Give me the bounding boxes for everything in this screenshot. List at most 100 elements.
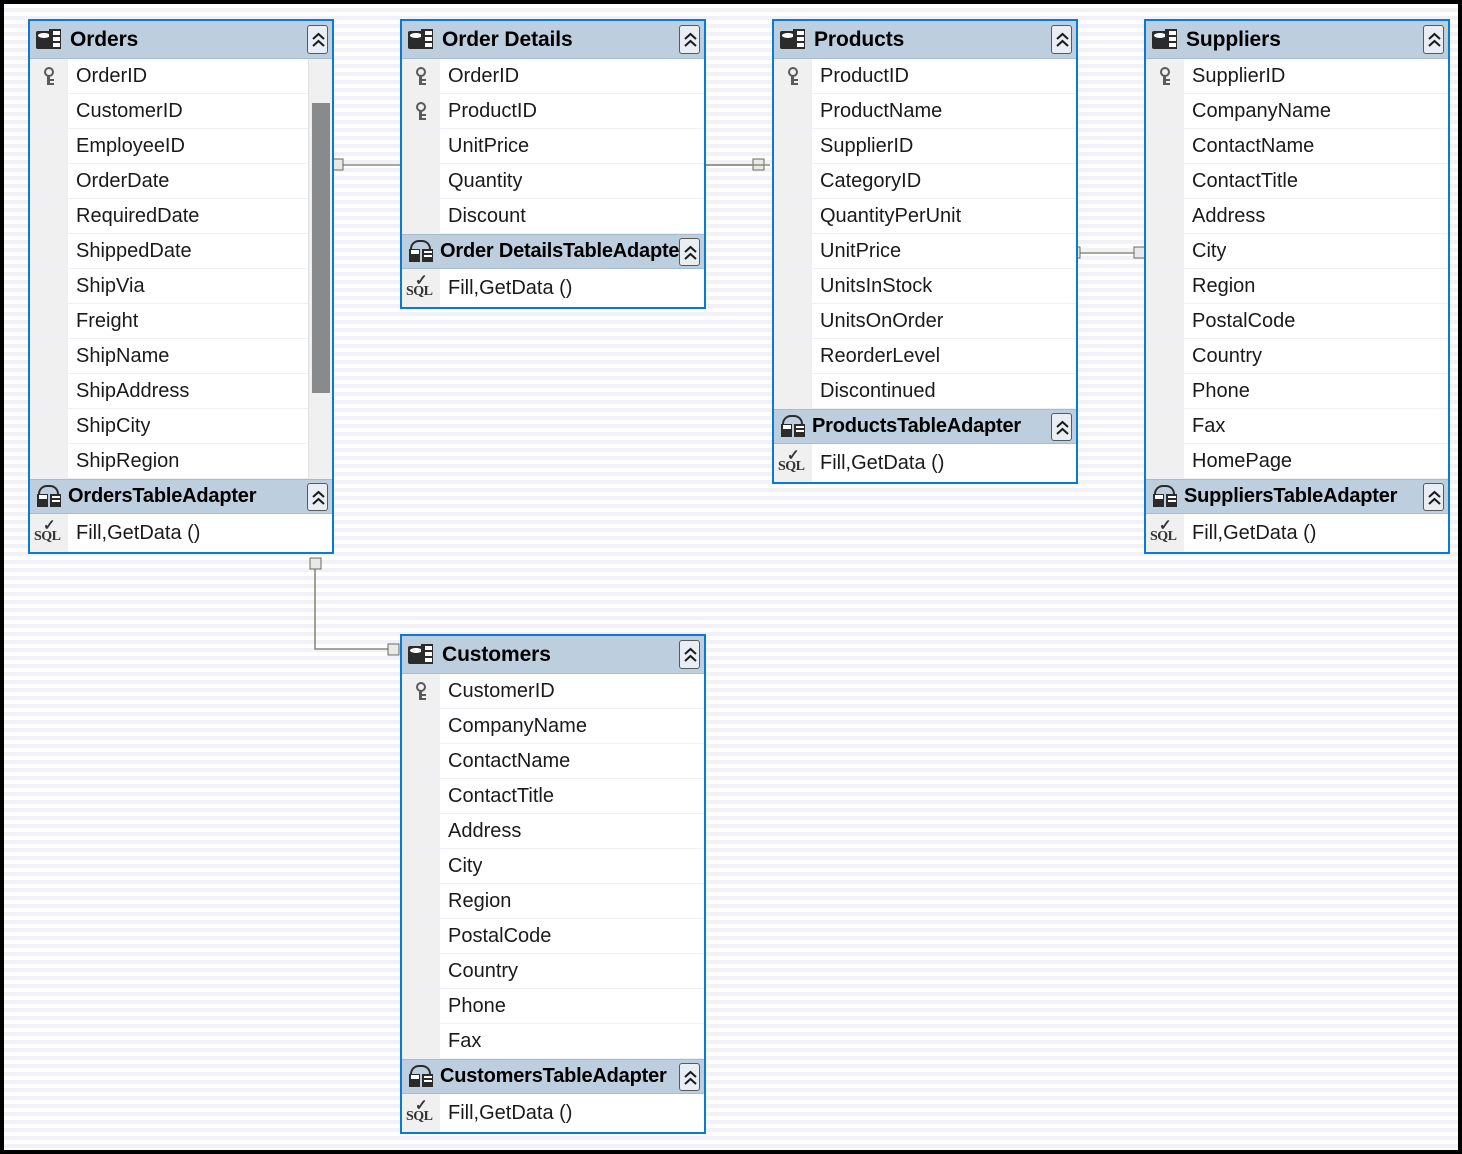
column-row[interactable]: ContactName — [402, 744, 704, 779]
entity-orders[interactable]: Orders OrderID CustomerID EmployeeID Ord… — [28, 19, 334, 554]
collapse-chevron-icon[interactable] — [679, 238, 700, 266]
primary-key-icon — [414, 102, 428, 120]
column-row[interactable]: CompanyName — [1146, 94, 1448, 129]
table-adapter-header-suppliers[interactable]: SuppliersTableAdapter — [1146, 479, 1448, 514]
column-name: City — [1192, 239, 1227, 262]
column-row[interactable]: Fax — [1146, 409, 1448, 444]
column-row[interactable]: Discontinued — [774, 374, 1076, 409]
column-row[interactable]: UnitsOnOrder — [774, 304, 1076, 339]
column-row[interactable]: City — [1146, 234, 1448, 269]
column-row[interactable]: PostalCode — [402, 919, 704, 954]
column-row[interactable]: SupplierID — [1146, 59, 1448, 94]
entity-customers[interactable]: Customers CustomerID CompanyName Contact… — [400, 634, 706, 1134]
column-row[interactable]: RequiredDate — [30, 199, 332, 234]
column-row[interactable]: ContactTitle — [1146, 164, 1448, 199]
collapse-chevron-icon[interactable] — [679, 1063, 700, 1091]
table-adapter-header-customers[interactable]: CustomersTableAdapter — [402, 1059, 704, 1094]
table-adapter-header-products[interactable]: ProductsTableAdapter — [774, 409, 1076, 444]
column-row[interactable]: ShipAddress — [30, 374, 332, 409]
column-row[interactable]: PostalCode — [1146, 304, 1448, 339]
collapse-chevron-icon[interactable] — [307, 25, 328, 54]
column-row[interactable]: Address — [402, 814, 704, 849]
column-name: Phone — [1192, 379, 1250, 402]
adapter-query-row[interactable]: ✓ SQL Fill,GetData () — [30, 514, 332, 552]
column-row[interactable]: ShipName — [30, 339, 332, 374]
column-row[interactable]: Phone — [1146, 374, 1448, 409]
column-row[interactable]: ProductID — [402, 94, 704, 129]
column-row[interactable]: Region — [402, 884, 704, 919]
vertical-scrollbar[interactable] — [308, 59, 332, 479]
table-adapter-header-order-details[interactable]: Order DetailsTableAdapter — [402, 234, 704, 269]
column-row[interactable]: ShipRegion — [30, 444, 332, 479]
table-adapter-header-orders[interactable]: OrdersTableAdapter — [30, 479, 332, 514]
adapter-query-row[interactable]: ✓ SQL Fill,GetData () — [402, 1094, 704, 1132]
column-row[interactable]: Fax — [402, 1024, 704, 1059]
collapse-chevron-icon[interactable] — [1423, 483, 1444, 511]
column-row[interactable]: OrderID — [402, 59, 704, 94]
column-row[interactable]: CategoryID — [774, 164, 1076, 199]
key-gutter — [774, 269, 812, 303]
column-name: ContactTitle — [1192, 169, 1298, 192]
adapter-query-row[interactable]: ✓ SQL Fill,GetData () — [774, 444, 1076, 482]
adapter-query-row[interactable]: ✓ SQL Fill,GetData () — [1146, 514, 1448, 552]
column-row[interactable]: CustomerID — [30, 94, 332, 129]
column-row[interactable]: ShipCity — [30, 409, 332, 444]
collapse-chevron-icon[interactable] — [1051, 413, 1072, 441]
column-row[interactable]: EmployeeID — [30, 129, 332, 164]
column-row[interactable]: ReorderLevel — [774, 339, 1076, 374]
entity-products[interactable]: Products ProductID ProductName SupplierI… — [772, 19, 1078, 484]
collapse-chevron-icon[interactable] — [1423, 25, 1444, 54]
column-row[interactable]: CustomerID — [402, 674, 704, 709]
column-row[interactable]: Address — [1146, 199, 1448, 234]
column-row[interactable]: SupplierID — [774, 129, 1076, 164]
key-gutter — [402, 989, 440, 1023]
collapse-chevron-icon[interactable] — [679, 640, 700, 669]
column-row[interactable]: Discount — [402, 199, 704, 234]
entity-title-products[interactable]: Products — [774, 21, 1076, 59]
dataset-designer-canvas[interactable]: Orders OrderID CustomerID EmployeeID Ord… — [4, 4, 1458, 1150]
column-row[interactable]: CompanyName — [402, 709, 704, 744]
column-name: SupplierID — [820, 134, 914, 157]
column-row[interactable]: Country — [402, 954, 704, 989]
column-row[interactable]: ShippedDate — [30, 234, 332, 269]
column-row[interactable]: ShipVia — [30, 269, 332, 304]
column-row[interactable]: OrderDate — [30, 164, 332, 199]
column-row[interactable]: ProductID — [774, 59, 1076, 94]
column-name: Region — [448, 889, 512, 912]
entity-name: Customers — [442, 642, 551, 666]
column-row[interactable]: ContactName — [1146, 129, 1448, 164]
column-row[interactable]: Quantity — [402, 164, 704, 199]
column-row[interactable]: UnitsInStock — [774, 269, 1076, 304]
column-row[interactable]: UnitPrice — [774, 234, 1076, 269]
entity-order-details[interactable]: Order Details OrderID ProductID UnitPric… — [400, 19, 706, 309]
entity-title-orders[interactable]: Orders — [30, 21, 332, 59]
column-name: UnitsInStock — [820, 274, 933, 297]
entity-title-suppliers[interactable]: Suppliers — [1146, 21, 1448, 59]
scrollbar-thumb[interactable] — [312, 103, 330, 393]
column-row[interactable]: Freight — [30, 304, 332, 339]
entity-suppliers[interactable]: Suppliers SupplierID CompanyName Contact… — [1144, 19, 1450, 554]
column-row[interactable]: QuantityPerUnit — [774, 199, 1076, 234]
entity-title-order-details[interactable]: Order Details — [402, 21, 704, 59]
column-row[interactable]: Phone — [402, 989, 704, 1024]
column-name: OrderID — [448, 64, 520, 87]
collapse-chevron-icon[interactable] — [1051, 25, 1072, 54]
column-row[interactable]: UnitPrice — [402, 129, 704, 164]
query-name: Fill,GetData () — [448, 276, 573, 299]
entity-title-customers[interactable]: Customers — [402, 636, 704, 674]
column-row[interactable]: ProductName — [774, 94, 1076, 129]
column-row[interactable]: Country — [1146, 339, 1448, 374]
column-row[interactable]: OrderID — [30, 59, 332, 94]
column-row[interactable]: Region — [1146, 269, 1448, 304]
column-row[interactable]: ContactTitle — [402, 779, 704, 814]
column-row[interactable]: City — [402, 849, 704, 884]
collapse-chevron-icon[interactable] — [307, 483, 328, 511]
column-row[interactable]: HomePage — [1146, 444, 1448, 479]
query-gutter: ✓ SQL — [774, 444, 812, 482]
key-gutter — [1146, 339, 1184, 373]
table-adapter-icon — [780, 414, 806, 439]
adapter-query-row[interactable]: ✓ SQL Fill,GetData () — [402, 269, 704, 307]
query-name: Fill,GetData () — [820, 451, 945, 474]
collapse-chevron-icon[interactable] — [679, 25, 700, 54]
sql-query-icon: ✓ SQL — [34, 517, 61, 544]
